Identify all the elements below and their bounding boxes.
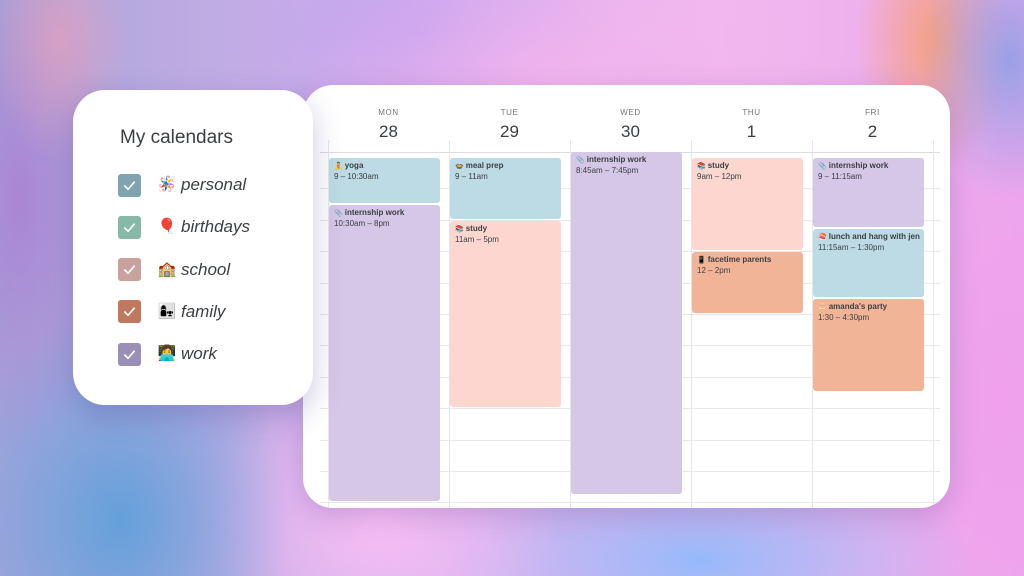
event-title: 📎 internship work [576,155,677,166]
event-title: 🧘 yoga [334,161,435,172]
day-date[interactable]: 1 [691,122,812,142]
day-of-week: FRI [865,108,880,117]
day-of-week: TUE [500,108,519,117]
event-time: 9 – 10:30am [334,172,379,181]
event-title-text: meal prep [465,161,504,170]
event-emoji-icon: 📎 [818,163,827,170]
calendar-item-personal[interactable]: 🪅 personal [118,173,246,197]
calendar-label: personal [181,175,247,194]
school-emoji-icon: 🏫 [157,260,177,278]
check-icon [123,265,136,275]
event-emoji-icon: 🍣 [818,233,827,241]
day-header-mon[interactable]: MON 28 [328,85,449,152]
day-column-divider [933,140,934,508]
event-title-text: facetime parents [707,255,772,265]
day-of-week: MON [378,108,399,117]
calendar-label: birthdays [181,217,250,237]
day-of-week: WED [620,108,641,117]
time-grid[interactable]: 🧘 yoga 9 – 10:30am 📎 internship work 10:30am … [328,152,933,508]
event-emoji-icon: 📎 [334,210,343,218]
work-emoji-icon: 👩‍💻 [157,345,177,363]
event-block[interactable]: 📎 internship work 10:30am – 8pm [329,205,440,502]
event-title-text: study [707,161,730,170]
calendar-item-family[interactable]: 👩‍👧 family [118,300,225,324]
event-time: 11:15am – 1:30pm [818,242,885,252]
event-title-text: yoga [344,161,364,170]
event-block[interactable]: 📎 internship work 8:45am – 7:45pm [571,152,682,494]
day-header-tue[interactable]: TUE 29 [449,85,570,152]
event-time: 12 – 2pm [697,266,731,276]
calendar-item-birthdays[interactable]: 🎈 birthdays [118,215,250,239]
event-emoji-icon: 🧘 [334,163,343,170]
event-emoji-icon: 📱 [697,257,706,265]
event-title: 📚 study [697,161,798,172]
event-time: 10:30am – 8pm [334,219,390,229]
event-title: 📎 internship work [818,161,919,172]
event-title: 🍣 lunch and hang with jen [818,231,920,243]
calendar-item-work[interactable]: 👩‍💻 work [118,342,217,366]
event-block[interactable]: 📚 study 9am – 12pm [692,158,803,251]
day-date[interactable]: 30 [570,122,691,142]
event-title-text: study [465,223,488,233]
event-emoji-icon: 📎 [576,157,585,164]
day-date[interactable]: 28 [328,122,449,142]
event-title: 📎 internship work [334,208,435,219]
calendar-checkbox[interactable] [118,342,141,366]
day-of-week: THU [742,108,761,117]
event-time: 9 – 11am [455,172,488,181]
event-title: 🍲 meal prep [455,161,556,172]
calendar-checkbox[interactable] [118,300,141,324]
my-calendars-panel: My calendars 🪅 personal 🎈 birthdays 🏫 school 👩… [73,90,313,405]
event-block[interactable]: 📚 study 11am – 5pm [450,220,561,408]
panel-title: My calendars [120,127,233,148]
event-time: 1:30 – 4:30pm [818,313,870,323]
event-title-text: amanda's party [828,302,888,312]
event-title-text: internship work [344,208,405,218]
check-icon [123,350,136,359]
check-icon [123,180,136,190]
event-emoji-icon: 📚 [697,163,706,170]
event-block[interactable]: 🎂 amanda's party 1:30 – 4:30pm [813,299,924,392]
check-icon [123,223,136,232]
calendar-week-view: 🧘 yoga 9 – 10:30am 📎 internship work 10:30am … [303,85,950,508]
event-title: 📚 study [455,224,556,235]
event-block[interactable]: 🍣 lunch and hang with jen 11:15am – 1:30pm [813,228,924,298]
event-title-text: lunch and hang with jen [828,231,920,241]
event-title: 🎂 amanda's party [818,302,919,313]
event-block[interactable]: 📎 internship work 9 – 11:15am [813,158,924,227]
event-time: 11am – 5pm [455,234,499,244]
event-block[interactable]: 🧘 yoga 9 – 10:30am [329,158,440,204]
birthdays-emoji-icon: 🎈 [157,218,177,236]
personal-emoji-icon: 🪅 [157,176,177,193]
event-emoji-icon: 🎂 [818,304,827,312]
calendar-checkbox[interactable] [118,215,141,239]
event-time: 9am – 12pm [697,172,742,181]
day-date[interactable]: 29 [449,122,570,142]
event-emoji-icon: 🍲 [455,163,464,170]
event-title-text: internship work [828,161,889,170]
event-block[interactable]: 🍲 meal prep 9 – 11am [450,158,561,219]
day-header-thu[interactable]: THU 1 [691,85,812,152]
family-emoji-icon: 👩‍👧 [157,302,177,320]
calendar-item-school[interactable]: 🏫 school [118,258,230,282]
event-time: 9 – 11:15am [818,172,862,181]
day-header-wed[interactable]: WED 30 [570,85,691,152]
check-icon [123,307,136,317]
event-block[interactable]: 📱 facetime parents 12 – 2pm [692,252,803,313]
event-title: 📱 facetime parents [697,255,798,266]
calendar-checkbox[interactable] [118,173,141,197]
event-time: 8:45am – 7:45pm [576,166,639,175]
calendar-label: work [181,344,217,364]
calendar-checkbox[interactable] [118,258,141,282]
day-header-fri[interactable]: FRI 2 [812,85,933,152]
calendar-label: family [181,301,226,321]
calendar-label: school [181,259,231,279]
event-emoji-icon: 📚 [455,225,464,233]
day-date[interactable]: 2 [812,122,933,142]
event-title-text: internship work [586,155,647,164]
